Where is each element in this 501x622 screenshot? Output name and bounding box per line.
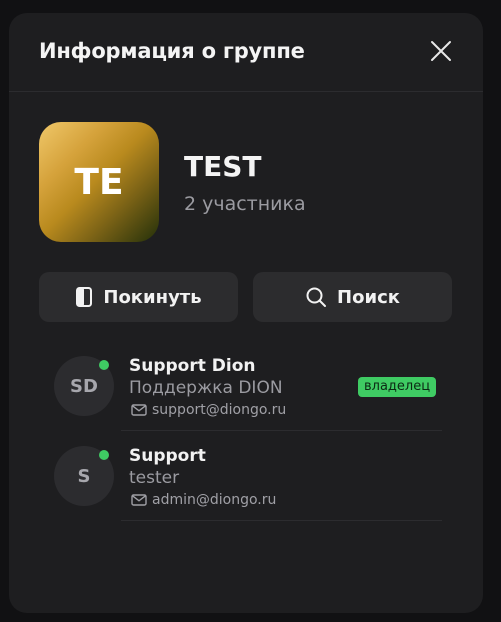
mail-icon bbox=[131, 494, 147, 506]
member-email: admin@diongo.ru bbox=[152, 492, 277, 508]
group-info-modal: Информация о группе TE TEST 2 участника … bbox=[9, 13, 483, 613]
group-members-count: 2 участника bbox=[184, 193, 306, 215]
close-icon bbox=[431, 41, 451, 61]
leave-group-label: Покинуть bbox=[103, 286, 202, 308]
close-button[interactable] bbox=[429, 39, 453, 63]
online-status-indicator bbox=[99, 360, 109, 370]
modal-title: Информация о группе bbox=[39, 39, 305, 63]
member-list-item[interactable]: SD Support Dion Поддержка DION support@d… bbox=[9, 341, 483, 431]
search-icon bbox=[306, 287, 327, 307]
member-role: Поддержка DION bbox=[129, 378, 283, 398]
online-status-indicator bbox=[99, 450, 109, 460]
member-email-row: support@diongo.ru bbox=[131, 402, 286, 418]
member-name: Support Dion bbox=[129, 356, 256, 376]
member-name: Support bbox=[129, 446, 206, 466]
group-avatar-initials: TE bbox=[74, 161, 124, 203]
leave-group-button[interactable]: Покинуть bbox=[39, 272, 238, 322]
avatar-initials: S bbox=[77, 465, 91, 487]
mail-icon bbox=[131, 404, 147, 416]
search-members-button[interactable]: Поиск bbox=[253, 272, 452, 322]
member-email-row: admin@diongo.ru bbox=[131, 492, 276, 508]
door-exit-icon bbox=[76, 287, 93, 307]
member-email: support@diongo.ru bbox=[152, 402, 287, 418]
modal-header: Информация о группе bbox=[9, 13, 483, 92]
member-role: tester bbox=[129, 468, 180, 488]
avatar-initials: SD bbox=[70, 375, 98, 397]
member-list-item[interactable]: S Support tester admin@diongo.ru bbox=[9, 431, 483, 521]
group-avatar: TE bbox=[39, 122, 159, 242]
search-members-label: Поиск bbox=[337, 286, 400, 308]
member-divider bbox=[121, 520, 442, 521]
owner-badge: владелец bbox=[358, 377, 437, 397]
group-name: TEST bbox=[184, 150, 262, 183]
